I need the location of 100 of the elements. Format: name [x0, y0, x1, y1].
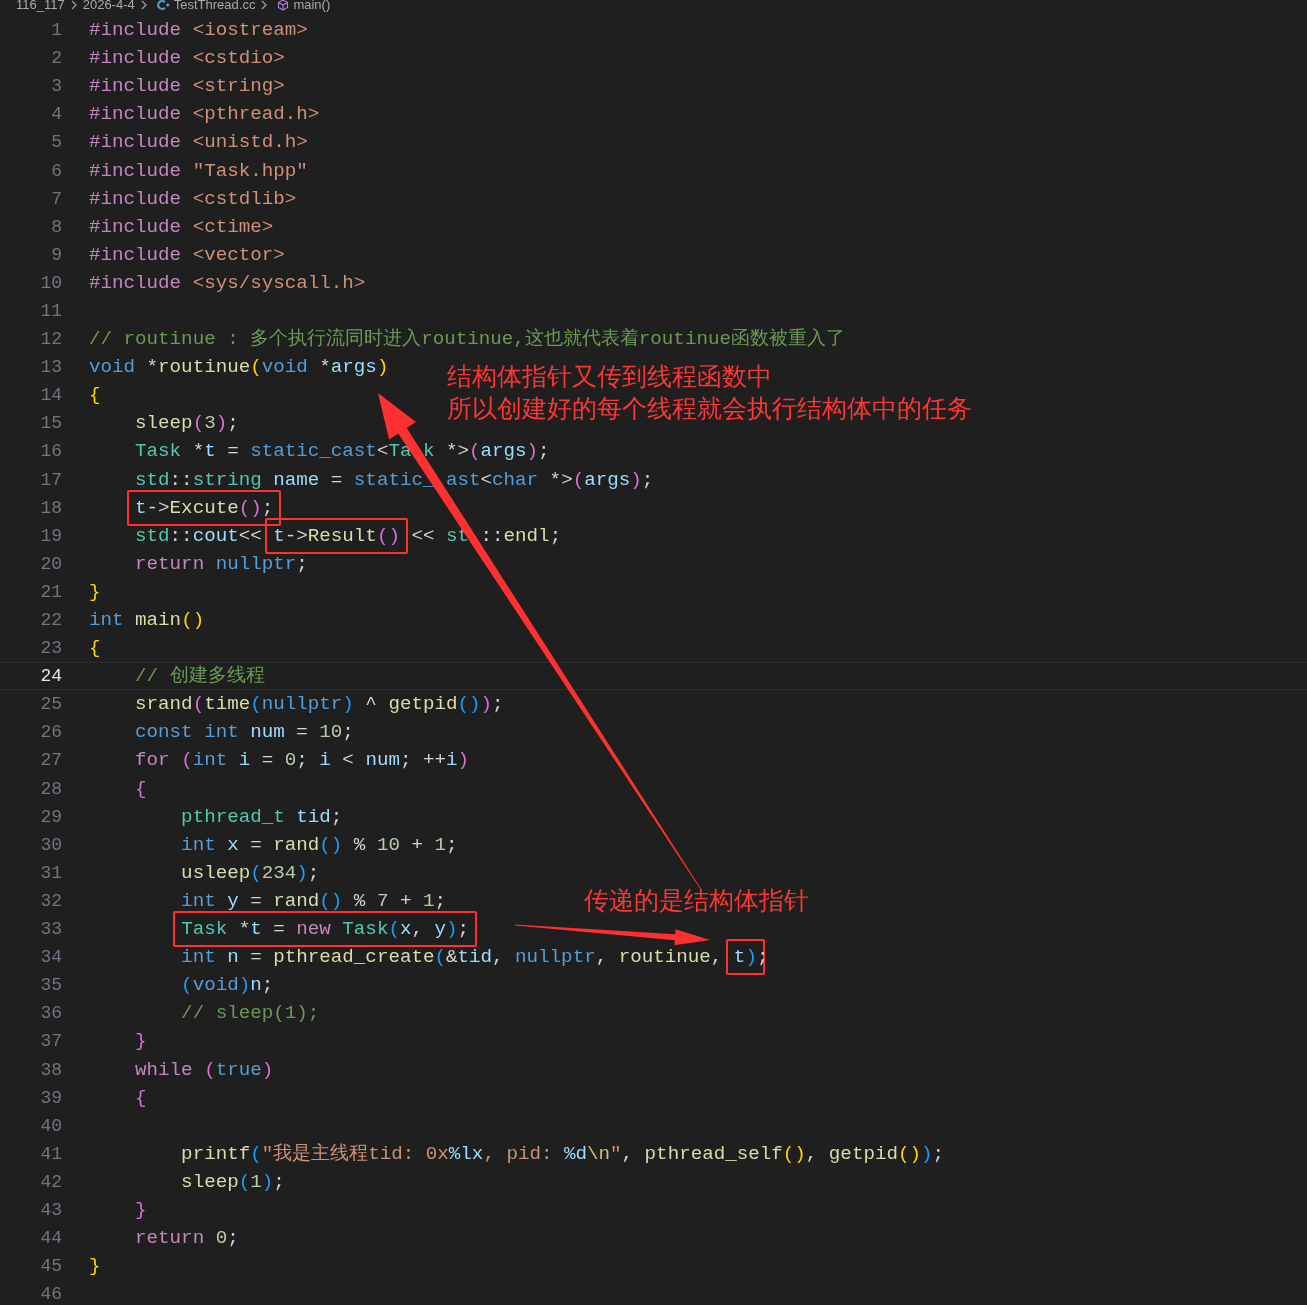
line-number: 46 [39, 1284, 62, 1305]
code-line: pthread_t tid; [180, 805, 343, 828]
code-line: } [134, 1030, 147, 1053]
line-number: 7 [50, 188, 62, 209]
code-line: { [89, 637, 101, 660]
line-number: 31 [39, 862, 62, 883]
code-line: printf("我是主线程tid: 0x%lx, pid: %d\n", pthread_self(), getpid()); [180, 1142, 944, 1165]
code-line: #include <vector> [89, 243, 285, 266]
code-line: #include <unistd.h> [89, 131, 308, 154]
line-number: 6 [50, 160, 62, 181]
code-line: // sleep(1); [180, 1002, 320, 1025]
breadcrumb-item[interactable]: TestThread.cc [173, 0, 256, 12]
code-line: return nullptr; [134, 552, 308, 575]
line-number: 8 [50, 216, 62, 237]
code-line: #include <ctime> [89, 215, 274, 238]
code-line: #include <pthread.h> [89, 103, 320, 126]
line-number: 5 [50, 132, 62, 153]
line-number: 35 [39, 975, 62, 996]
code-line: } [89, 580, 101, 603]
highlighted-code: Task *t = new Task(x, y); [173, 911, 477, 948]
code-line: #include "Task.hpp" [89, 159, 308, 182]
line-number: 38 [39, 1059, 62, 1080]
line-number: 33 [39, 919, 62, 940]
code-line: } [89, 1255, 101, 1278]
line-number: 17 [39, 469, 62, 490]
code-line: int x = rand() % 10 + 1; [180, 833, 458, 856]
line-number: 20 [39, 553, 62, 574]
line-number: 22 [39, 610, 62, 630]
annotation-note: 传递的是结构体指针 [584, 885, 809, 917]
line-number: 36 [39, 1003, 62, 1024]
line-number: 27 [39, 750, 62, 771]
annotation-note: 所以创建好的每个线程就会执行结构体中的任务 [447, 393, 972, 425]
code-line: #include <iostream> [89, 19, 308, 42]
code-line: << st ::endl; [410, 524, 562, 547]
breadcrumb-item[interactable]: 2026-4-4 [82, 0, 135, 12]
line-number: 12 [39, 329, 62, 350]
cube-icon [277, 0, 290, 11]
code-line: Task *t = static_cast<Ta k *>(args); [134, 440, 550, 463]
line-number: 34 [39, 947, 62, 968]
code-line: sleep(1); [180, 1170, 285, 1193]
line-number: 19 [39, 525, 62, 546]
cpp-file-icon [156, 0, 170, 11]
code-line: for (int i = 0; i < num; ++i) [134, 749, 469, 772]
code-line: #include <cstdlib> [89, 187, 297, 210]
code-line: int n = pthread_create(&tid, nullptr, routinue, [180, 946, 724, 969]
line-number: 41 [39, 1143, 62, 1164]
chevron-icon [70, 0, 77, 10]
code-line: #include <sys/syscall.h> [89, 271, 366, 294]
line-number: 23 [39, 638, 62, 659]
line-number: 2 [50, 48, 62, 69]
line-number: 29 [39, 806, 62, 827]
code-line: void *routinue(void *args) [89, 356, 389, 379]
chevron-icon [140, 0, 147, 10]
line-number: 16 [39, 441, 62, 462]
code-line: // routinue : 多个执行流同时进入routinue,这也就代表着routinue函数被重入了 [89, 328, 845, 351]
code-line: { [89, 384, 101, 407]
line-number: 13 [39, 357, 62, 378]
code-line: usleep(234); [180, 861, 320, 884]
line-number: 26 [39, 722, 62, 743]
code-line: #include <string> [89, 75, 285, 98]
line-number: 1 [50, 20, 62, 41]
code-line: ; [756, 946, 769, 969]
line-number: 45 [39, 1256, 62, 1277]
breadcrumb-item[interactable]: 116_117 [16, 0, 65, 12]
code-line: const int num = 10; [134, 721, 354, 744]
code-line: int y = rand() % 7 + 1; [180, 889, 446, 912]
code-line: } [134, 1199, 147, 1221]
line-number: 37 [39, 1031, 62, 1052]
line-number: 11 [39, 301, 62, 321]
code-line: { [134, 777, 147, 800]
line-number: 39 [39, 1087, 62, 1108]
code-line: int main() [89, 609, 205, 631]
line-number: 44 [39, 1228, 62, 1249]
code-line: srand(time(nullptr) ^ getpid()); [134, 693, 504, 716]
code-line: while (true) [134, 1058, 274, 1081]
line-number: 25 [39, 694, 62, 715]
highlighted-code: t->Result() [265, 517, 408, 554]
line-number: 14 [39, 385, 62, 406]
code-line: return 0; [134, 1227, 239, 1250]
line-number: 40 [39, 1115, 62, 1136]
breadcrumb-item[interactable]: main() [293, 0, 331, 12]
line-number: 21 [39, 581, 62, 602]
line-number: 30 [39, 834, 62, 855]
code-line: (void)n; [180, 974, 274, 997]
line-number: 24 [39, 666, 62, 687]
annotation-note: 结构体指针又传到线程函数中 [447, 361, 773, 393]
line-number: 4 [50, 104, 62, 125]
line-number: 32 [39, 890, 62, 911]
line-number: 9 [50, 244, 62, 265]
line-number: 15 [39, 413, 62, 434]
code-line: std::cout<< [134, 524, 263, 547]
chevron-icon [261, 0, 268, 10]
code-line: { [134, 1086, 147, 1109]
line-number: 28 [39, 778, 62, 799]
code-line: #include <cstdio> [89, 47, 285, 70]
line-number: 3 [50, 76, 62, 97]
code-line: sleep(3); [134, 412, 239, 435]
line-number: 18 [39, 497, 62, 518]
line-number: 10 [39, 272, 62, 293]
highlighted-code: t->Excute(); [127, 489, 282, 526]
